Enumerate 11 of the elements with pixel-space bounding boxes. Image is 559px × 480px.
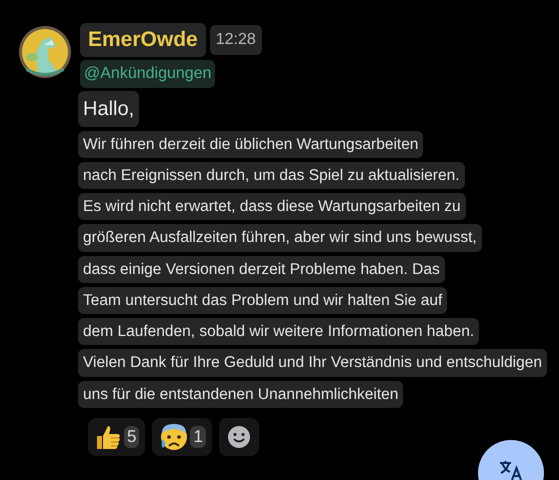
reaction-button[interactable]: 1 bbox=[152, 418, 212, 456]
reaction-button[interactable]: 5 bbox=[88, 418, 146, 456]
reaction-count: 1 bbox=[190, 426, 206, 448]
author-name[interactable]: EmerOwde bbox=[80, 23, 206, 56]
reaction-count: 5 bbox=[124, 426, 140, 448]
add-reaction-button[interactable] bbox=[218, 418, 259, 456]
role-mention[interactable]: @Ankündigungen bbox=[80, 60, 216, 88]
worried-face-icon bbox=[158, 422, 188, 452]
translate-icon bbox=[499, 460, 523, 480]
timestamp: 12:28 bbox=[210, 24, 262, 55]
add-reaction-icon bbox=[226, 424, 251, 449]
